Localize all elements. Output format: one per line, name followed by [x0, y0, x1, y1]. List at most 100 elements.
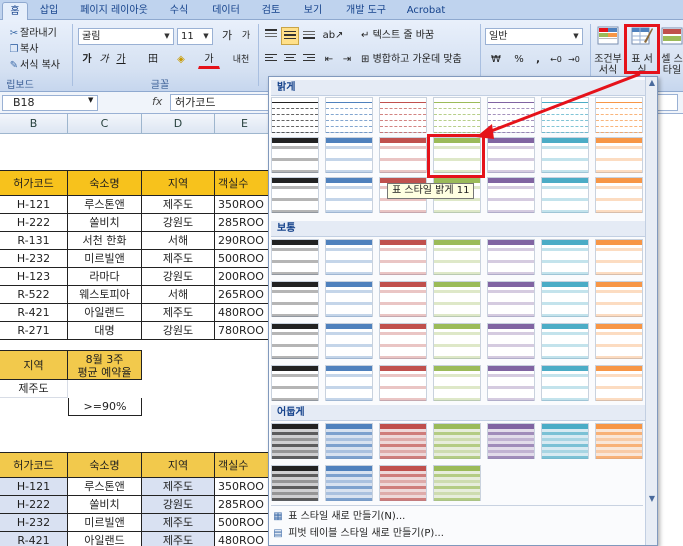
- table-cell[interactable]: 제주도: [142, 514, 215, 532]
- table-style-thumbnail[interactable]: [271, 239, 319, 275]
- table-cell[interactable]: H-222: [0, 214, 68, 232]
- table-cell[interactable]: 웨스토피아: [68, 286, 142, 304]
- table-cell[interactable]: R-522: [0, 286, 68, 304]
- table-cell[interactable]: H-121: [0, 478, 68, 496]
- table-style-thumbnail[interactable]: [487, 137, 535, 173]
- table-style-thumbnail[interactable]: [487, 97, 535, 133]
- table-style-thumbnail[interactable]: [541, 281, 589, 317]
- table-style-thumbnail[interactable]: [487, 177, 535, 213]
- table-style-thumbnail[interactable]: [433, 365, 481, 401]
- table-style-thumbnail[interactable]: [487, 281, 535, 317]
- table-cell[interactable]: 480ROO: [215, 304, 275, 322]
- table-header-cell[interactable]: 숙소명: [68, 452, 142, 478]
- table-style-thumbnail[interactable]: [433, 97, 481, 133]
- table-cell[interactable]: H-123: [0, 268, 68, 286]
- table-cell[interactable]: 제주도: [142, 532, 215, 546]
- table-cell[interactable]: 285ROO: [215, 214, 275, 232]
- table-style-thumbnail[interactable]: [271, 97, 319, 133]
- table-style-thumbnail[interactable]: [325, 177, 373, 213]
- bold-button[interactable]: 가: [79, 51, 95, 69]
- table-style-thumbnail[interactable]: [433, 465, 481, 501]
- table-style-thumbnail[interactable]: [487, 423, 535, 459]
- table-style-thumbnail[interactable]: [325, 465, 373, 501]
- format-as-table-button[interactable]: 표 서식: [627, 22, 657, 76]
- tab-review[interactable]: 검토: [256, 2, 286, 20]
- gallery-scrollbar[interactable]: ▲ ▼: [645, 77, 657, 545]
- cut-button[interactable]: ✂ 잘라내기: [8, 24, 57, 39]
- table-cell[interactable]: 480ROO: [215, 532, 275, 546]
- table-style-thumbnail[interactable]: [325, 323, 373, 359]
- table-cell[interactable]: 미르빌앤: [68, 250, 142, 268]
- table-style-thumbnail[interactable]: [379, 465, 427, 501]
- table-style-thumbnail[interactable]: [541, 365, 589, 401]
- table-cell[interactable]: 제주도: [142, 478, 215, 496]
- table-cell[interactable]: H-121: [0, 196, 68, 214]
- table-cell[interactable]: 제주도: [142, 304, 215, 322]
- table-style-thumbnail[interactable]: [433, 323, 481, 359]
- table-style-thumbnail[interactable]: [379, 97, 427, 133]
- comma-button[interactable]: ,: [530, 51, 546, 69]
- table-style-thumbnail[interactable]: [325, 365, 373, 401]
- currency-button[interactable]: ₩: [485, 51, 507, 69]
- table-cell[interactable]: 쏠비치: [68, 214, 142, 232]
- increase-decimal-button[interactable]: ←0: [548, 51, 564, 69]
- criteria-header-rate[interactable]: 8월 3주 평균 예약율: [68, 350, 142, 380]
- table-style-thumbnail[interactable]: [325, 239, 373, 275]
- font-size-select[interactable]: 11 ▼: [177, 28, 213, 45]
- conditional-formatting-button[interactable]: 조건부 서식: [593, 22, 623, 76]
- table-cell[interactable]: 350ROO: [215, 478, 275, 496]
- table-style-thumbnail[interactable]: [595, 423, 643, 459]
- orientation-button[interactable]: ab↗: [320, 27, 346, 45]
- new-pivot-style-item[interactable]: ▤ 피벗 테이블 스타일 새로 만들기(P)...: [271, 526, 444, 542]
- table-cell[interactable]: 서해: [142, 286, 215, 304]
- table-style-thumbnail[interactable]: [433, 423, 481, 459]
- table-header-cell[interactable]: 숙소명: [68, 170, 142, 196]
- table-header-cell[interactable]: 지역: [142, 452, 215, 478]
- tab-insert[interactable]: 삽입: [34, 2, 64, 20]
- table-cell[interactable]: 대명: [68, 322, 142, 340]
- criteria-region-value[interactable]: 제주도: [0, 380, 68, 398]
- border-button[interactable]: 田: [142, 51, 164, 69]
- tab-page-layout[interactable]: 페이지 레이아웃: [74, 2, 154, 20]
- decrease-decimal-button[interactable]: →0: [566, 51, 582, 69]
- table-cell[interactable]: 아일랜드: [68, 532, 142, 546]
- tab-acrobat[interactable]: Acrobat: [402, 2, 450, 20]
- table-style-thumbnail[interactable]: [595, 97, 643, 133]
- shrink-font-button[interactable]: 가: [237, 27, 255, 45]
- table-cell[interactable]: 강원도: [142, 322, 215, 340]
- table-style-thumbnail[interactable]: [271, 423, 319, 459]
- align-middle-button[interactable]: [281, 27, 299, 45]
- table-cell[interactable]: R-421: [0, 532, 68, 546]
- table-header-cell[interactable]: 지역: [142, 170, 215, 196]
- table-style-thumbnail[interactable]: [271, 281, 319, 317]
- decrease-indent-button[interactable]: ⇤: [320, 51, 338, 69]
- table-style-thumbnail[interactable]: [541, 177, 589, 213]
- table-style-thumbnail[interactable]: [595, 239, 643, 275]
- column-header-d[interactable]: D: [142, 114, 215, 134]
- table-style-thumbnail[interactable]: [379, 365, 427, 401]
- table-header-cell[interactable]: 객실수: [215, 452, 275, 478]
- italic-button[interactable]: 가: [96, 51, 112, 69]
- table-header-cell[interactable]: 객실수: [215, 170, 275, 196]
- align-top-button[interactable]: [262, 27, 280, 45]
- table-style-thumbnail[interactable]: [325, 137, 373, 173]
- table-cell[interactable]: 루스톤앤: [68, 196, 142, 214]
- name-box[interactable]: B18: [2, 95, 98, 111]
- table-cell[interactable]: 쏠비치: [68, 496, 142, 514]
- table-cell[interactable]: H-222: [0, 496, 68, 514]
- table-cell[interactable]: 강원도: [142, 214, 215, 232]
- new-table-style-item[interactable]: ▦ 표 스타일 새로 만들기(N)...: [271, 509, 405, 525]
- align-bottom-button[interactable]: [300, 27, 318, 45]
- table-header-cell[interactable]: 허가코드: [0, 452, 68, 478]
- scroll-up-icon[interactable]: ▲: [646, 77, 658, 89]
- table-cell[interactable]: H-232: [0, 250, 68, 268]
- table-cell[interactable]: 265ROO: [215, 286, 275, 304]
- column-header-c[interactable]: C: [68, 114, 142, 134]
- increase-indent-button[interactable]: ⇥: [338, 51, 356, 69]
- table-style-thumbnail[interactable]: [595, 137, 643, 173]
- table-style-thumbnail[interactable]: [271, 465, 319, 501]
- copy-button[interactable]: ❐ 복사: [8, 40, 39, 55]
- table-style-thumbnail[interactable]: [433, 281, 481, 317]
- table-cell[interactable]: 200ROO: [215, 268, 275, 286]
- font-color-button[interactable]: 가: [198, 51, 220, 69]
